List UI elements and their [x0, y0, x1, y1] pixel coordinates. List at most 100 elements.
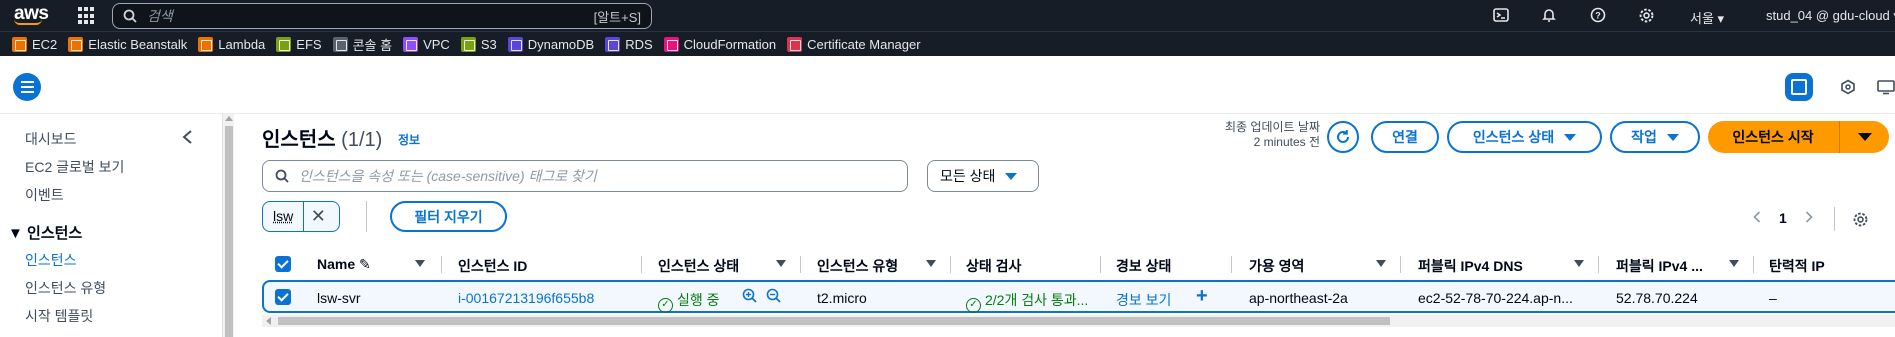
row-checkbox[interactable] — [275, 289, 291, 305]
favorites-bar: EC2 Elastic Beanstalk Lambda EFS 콘솔 홈 VPC S3 Dy… — [0, 31, 1895, 56]
bell-icon[interactable] — [1540, 7, 1558, 25]
next-page-icon[interactable] — [1805, 210, 1813, 226]
prev-page-icon[interactable] — [1753, 210, 1761, 226]
cloudshell-icon[interactable] — [1492, 7, 1510, 25]
sidebar-scrollbar[interactable] — [222, 114, 234, 337]
cell-instance-id[interactable]: i-00167213196f655b8 — [458, 290, 594, 306]
favorite-label: S3 — [480, 36, 497, 52]
favorite-label: EFS — [296, 36, 322, 52]
col-alarm-status[interactable]: 경보 상태 — [1116, 256, 1171, 276]
sort-icon[interactable] — [776, 260, 786, 267]
console-toolbar — [0, 56, 1895, 114]
top-navigation: aws 검색 [알트+S] ? 서울 ▾ stud_04 @ gdu-cloud… — [0, 0, 1895, 31]
page-number[interactable]: 1 — [1779, 210, 1787, 226]
favorite-item[interactable]: S3 — [460, 36, 497, 52]
service-icon — [403, 36, 419, 52]
services-menu-icon[interactable] — [78, 7, 96, 25]
launch-dropdown-icon[interactable] — [1839, 121, 1889, 153]
last-updated: 최종 업데이트 날짜 2 minutes 전 — [1225, 120, 1320, 149]
launch-instances-button[interactable]: 인스턴스 시작 — [1708, 121, 1889, 153]
collapse-sidebar-icon[interactable] — [182, 128, 194, 149]
account-menu[interactable]: stud_04 @ gdu-cloud ▾ — [1766, 8, 1895, 24]
help-icon[interactable]: ? — [1589, 7, 1607, 25]
filter-token-label[interactable]: lsw — [263, 201, 305, 232]
search-input[interactable]: 검색 [알트+S] — [112, 3, 652, 29]
cell-name: lsw-svr — [317, 290, 361, 306]
favorite-item[interactable]: DynamoDB — [507, 36, 595, 52]
sort-icon[interactable] — [926, 260, 936, 267]
table-header: Name ✎ 인스턴스 ID 인스턴스 상태 인스턴스 유형 상태 검사 경보 … — [262, 250, 1895, 278]
table-row[interactable]: lsw-svr i-00167213196f655b8 ✓ 실행 중 t2.mic… — [262, 280, 1895, 313]
favorite-label: 콘솔 홈 — [352, 37, 393, 53]
favorite-item[interactable]: EC2 — [12, 36, 57, 52]
gear-icon[interactable] — [1637, 7, 1655, 25]
favorite-item[interactable]: CloudFormation — [663, 36, 776, 52]
sidebar-item-global-view[interactable]: EC2 글로벌 보기 — [25, 157, 124, 177]
sort-icon[interactable] — [1729, 260, 1739, 267]
col-instance-type[interactable]: 인스턴스 유형 — [817, 256, 898, 276]
select-all-checkbox[interactable] — [275, 256, 291, 272]
search-icon — [123, 9, 137, 23]
sidebar-item-instance-types[interactable]: 인스턴스 유형 — [25, 278, 106, 298]
zoom-out-icon[interactable] — [766, 288, 781, 307]
sort-icon[interactable] — [1574, 260, 1584, 267]
service-icon — [12, 36, 27, 52]
aws-logo[interactable]: aws — [0, 0, 60, 31]
service-icon — [332, 36, 348, 52]
favorite-item[interactable]: Elastic Beanstalk — [68, 36, 187, 52]
col-name[interactable]: Name ✎ — [317, 256, 371, 273]
table-settings-icon[interactable] — [1852, 211, 1869, 233]
menu-toggle-icon[interactable] — [13, 73, 41, 101]
favorite-label: DynamoDB — [527, 36, 595, 52]
settings-hex-icon[interactable] — [1834, 73, 1862, 101]
check-circle-icon: ✓ — [658, 298, 673, 313]
state-filter-select[interactable]: 모든 상태 — [927, 160, 1039, 192]
clear-filters-button[interactable]: 필터 지우기 — [390, 201, 507, 232]
search-icon — [275, 169, 289, 183]
favorite-item[interactable]: EFS — [276, 36, 322, 52]
region-selector[interactable]: 서울 ▾ — [1690, 8, 1724, 27]
search-placeholder: 검색 — [147, 8, 173, 24]
pagination: 1 — [1753, 210, 1813, 226]
col-elastic-ip[interactable]: 탄력적 IP — [1769, 256, 1825, 276]
sort-icon[interactable] — [1376, 260, 1386, 267]
add-alarm-icon[interactable]: + — [1196, 285, 1208, 308]
zoom-in-icon[interactable] — [742, 288, 757, 307]
table-horizontal-scrollbar[interactable] — [262, 315, 1895, 327]
remove-token-icon[interactable]: ✕ — [304, 206, 332, 227]
instance-filter-input[interactable]: 인스턴스을 속성 또는 (case-sensitive) 태그로 찾기 — [262, 160, 908, 192]
svg-text:?: ? — [1595, 11, 1601, 21]
refresh-button[interactable] — [1327, 121, 1359, 153]
col-public-dns[interactable]: 퍼블릭 IPv4 DNS — [1418, 256, 1523, 276]
service-icon — [787, 36, 803, 52]
cell-public-dns: ec2-52-78-70-224.ap-n... — [1418, 290, 1573, 306]
col-public-ip[interactable]: 퍼블릭 IPv4 ... — [1616, 256, 1703, 276]
favorite-item[interactable]: 콘솔 홈 — [332, 35, 393, 54]
panel-layout-icon[interactable] — [1785, 73, 1813, 101]
service-icon — [507, 36, 523, 52]
cell-alarm-status[interactable]: 경보 보기 — [1116, 290, 1171, 310]
favorite-item[interactable]: VPC — [403, 36, 450, 52]
favorite-item[interactable]: RDS — [605, 36, 653, 52]
display-icon[interactable] — [1872, 73, 1895, 101]
favorite-item[interactable]: Certificate Manager — [787, 36, 921, 52]
favorite-item[interactable]: Lambda — [198, 36, 266, 52]
info-link[interactable]: 정보 — [398, 131, 420, 148]
instance-state-dropdown[interactable]: 인스턴스 상태 — [1447, 121, 1602, 153]
sidebar-item-launch-templates[interactable]: 시작 템플릿 — [25, 306, 93, 326]
favorite-label: VPC — [423, 36, 450, 52]
favorite-label: RDS — [625, 36, 653, 52]
col-instance-id[interactable]: 인스턴스 ID — [458, 256, 527, 276]
sidebar-item-instances[interactable]: 인스턴스 — [25, 250, 77, 270]
col-availability-zone[interactable]: 가용 영역 — [1249, 256, 1304, 276]
col-status-check[interactable]: 상태 검사 — [966, 256, 1021, 276]
col-instance-state[interactable]: 인스턴스 상태 — [658, 256, 739, 276]
sidebar-section-instances[interactable]: ▼ 인스턴스 — [8, 222, 82, 243]
favorite-label: Lambda — [218, 36, 266, 52]
actions-dropdown[interactable]: 작업 — [1610, 121, 1700, 153]
connect-button[interactable]: 연결 — [1371, 121, 1439, 153]
service-icon — [276, 36, 292, 52]
sidebar-item-events[interactable]: 이벤트 — [25, 185, 64, 205]
sidebar-item-dashboard[interactable]: 대시보드 — [25, 129, 77, 149]
sort-icon[interactable] — [415, 260, 425, 267]
